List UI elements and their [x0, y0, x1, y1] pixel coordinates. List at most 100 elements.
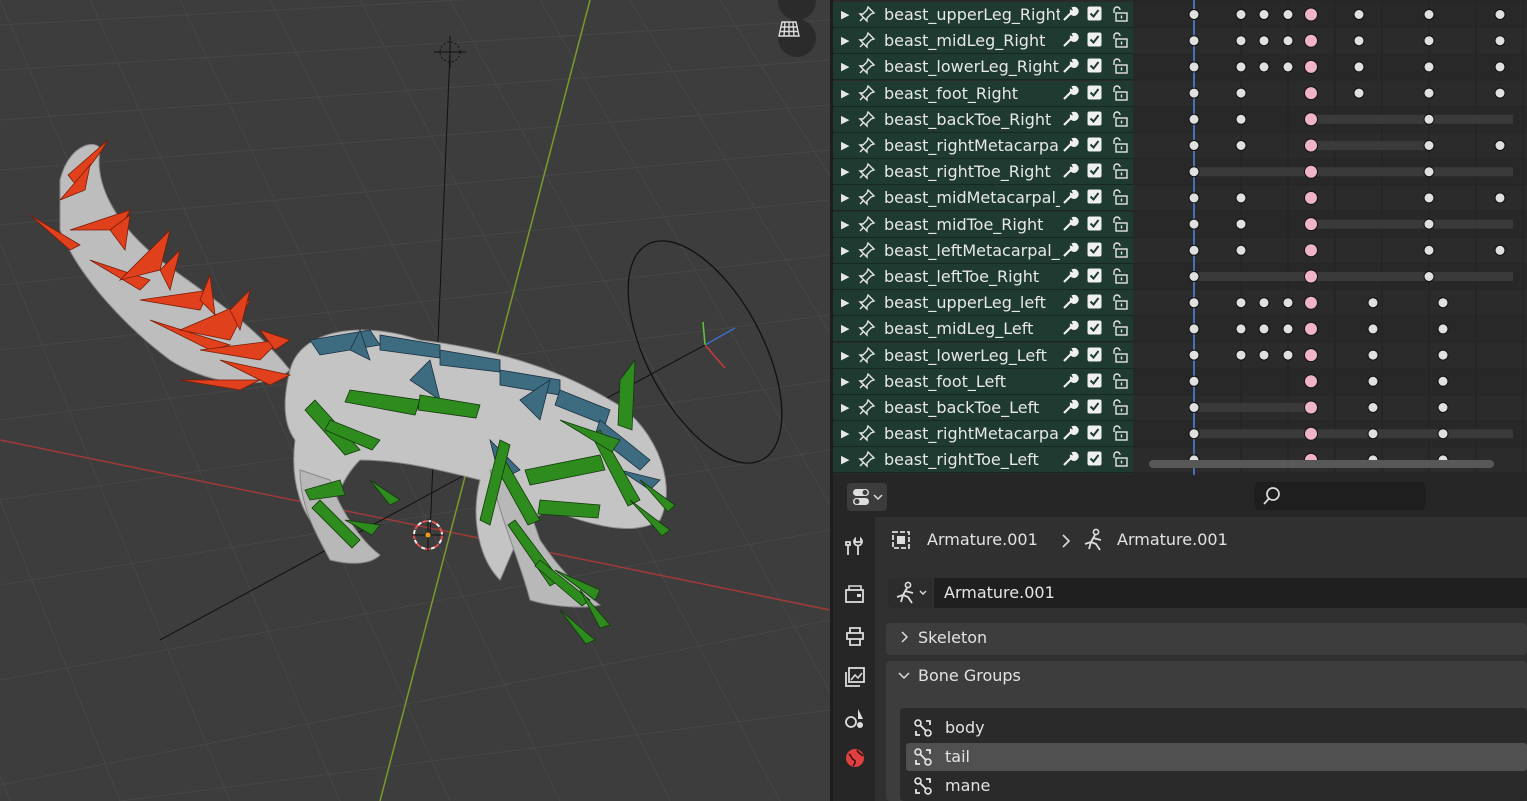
- keyframe[interactable]: [1188, 166, 1200, 178]
- pin-icon[interactable]: [858, 84, 876, 102]
- armature-name-input[interactable]: Armature.001: [934, 578, 1527, 608]
- keyframe-selected[interactable]: [1304, 7, 1318, 22]
- checkbox-icon[interactable]: [1087, 58, 1102, 73]
- world-icon[interactable]: [843, 746, 867, 770]
- keyframe[interactable]: [1258, 349, 1270, 361]
- keyframe[interactable]: [1367, 323, 1379, 335]
- unlock-icon[interactable]: [1112, 162, 1130, 180]
- keyframe[interactable]: [1437, 402, 1449, 413]
- keyframe[interactable]: [1494, 9, 1506, 20]
- keyframe-selected[interactable]: [1304, 426, 1318, 441]
- keyframe[interactable]: [1423, 61, 1435, 73]
- keyframe[interactable]: [1258, 61, 1270, 73]
- channel-row[interactable]: ▶ beast_foot_Left: [833, 368, 1133, 395]
- keyframe[interactable]: [1353, 9, 1365, 20]
- wrench-icon[interactable]: [1061, 424, 1079, 442]
- keyframe[interactable]: [1494, 35, 1506, 47]
- checkbox-icon[interactable]: [1087, 242, 1102, 257]
- keyframe[interactable]: [1437, 349, 1449, 361]
- pin-icon[interactable]: [858, 215, 876, 233]
- wrench-icon[interactable]: [1061, 293, 1079, 311]
- checkbox-icon[interactable]: [1087, 189, 1102, 204]
- keyframe[interactable]: [1258, 323, 1270, 335]
- editor-type-dropdown[interactable]: [847, 483, 887, 511]
- unlock-icon[interactable]: [1112, 346, 1130, 364]
- expand-triangle-icon[interactable]: ▶: [841, 401, 849, 414]
- expand-triangle-icon[interactable]: ▶: [841, 322, 849, 335]
- key-hold-bar[interactable]: [1195, 272, 1513, 281]
- keyframe-selected[interactable]: [1304, 348, 1318, 363]
- properties-editor[interactable]: Armature.001 Armature.001 Armature.001 S…: [833, 475, 1527, 801]
- keyframe[interactable]: [1282, 35, 1294, 47]
- channel-row[interactable]: ▶ beast_foot_Right: [833, 80, 1133, 107]
- checkbox-icon[interactable]: [1087, 451, 1102, 466]
- keyframe-selected[interactable]: [1304, 190, 1318, 205]
- expand-triangle-icon[interactable]: ▶: [841, 87, 849, 100]
- wrench-icon[interactable]: [1061, 241, 1079, 259]
- keyframe[interactable]: [1437, 323, 1449, 335]
- keyframe[interactable]: [1367, 402, 1379, 413]
- key-hold-bar[interactable]: [1195, 429, 1311, 439]
- checkbox-icon[interactable]: [1087, 347, 1102, 362]
- bone-group-item[interactable]: mane: [906, 772, 1527, 800]
- pin-icon[interactable]: [858, 57, 876, 76]
- wrench-icon[interactable]: [1061, 372, 1079, 390]
- keyframe[interactable]: [1494, 61, 1506, 73]
- armature-datablock-field[interactable]: Armature.001: [888, 578, 1527, 608]
- keyframe[interactable]: [1494, 192, 1506, 204]
- keyframe[interactable]: [1235, 113, 1247, 125]
- horizontal-scrollbar[interactable]: [1149, 460, 1494, 468]
- unlock-icon[interactable]: [1112, 267, 1130, 285]
- keyframe[interactable]: [1353, 61, 1365, 73]
- keyframe[interactable]: [1282, 297, 1294, 309]
- keyframe[interactable]: [1188, 9, 1200, 20]
- key-hold-bar[interactable]: [1311, 429, 1513, 439]
- expand-triangle-icon[interactable]: ▶: [841, 427, 849, 440]
- keyframe-selected[interactable]: [1304, 321, 1318, 336]
- unlock-icon[interactable]: [1112, 84, 1130, 102]
- keyframe[interactable]: [1423, 9, 1435, 20]
- keyframe[interactable]: [1235, 349, 1247, 361]
- bone-group-item[interactable]: tail: [906, 743, 1527, 771]
- keyframe[interactable]: [1188, 244, 1200, 256]
- key-hold-bar[interactable]: [1195, 403, 1311, 412]
- wrench-icon[interactable]: [1061, 398, 1079, 416]
- checkbox-icon[interactable]: [1087, 85, 1102, 100]
- keyframe-selected[interactable]: [1304, 138, 1318, 153]
- keyframe-selected[interactable]: [1304, 269, 1318, 284]
- wrench-icon[interactable]: [1061, 450, 1079, 468]
- keyframe[interactable]: [1188, 428, 1200, 440]
- keyframe[interactable]: [1235, 35, 1247, 47]
- keyframe[interactable]: [1235, 297, 1247, 309]
- keyframe[interactable]: [1353, 35, 1365, 47]
- checkbox-icon[interactable]: [1087, 111, 1102, 126]
- channel-row[interactable]: ▶ beast_rightMetacarpal: [833, 421, 1133, 448]
- unlock-icon[interactable]: [1112, 450, 1130, 468]
- keyframe[interactable]: [1367, 428, 1379, 440]
- keyframe[interactable]: [1235, 218, 1247, 230]
- keyframe-selected[interactable]: [1304, 86, 1318, 101]
- keyframe[interactable]: [1188, 87, 1200, 99]
- unlock-icon[interactable]: [1112, 5, 1130, 23]
- key-hold-bar[interactable]: [1195, 167, 1513, 177]
- wrench-icon[interactable]: [1061, 31, 1079, 49]
- unlock-icon[interactable]: [1112, 136, 1130, 154]
- keyframe[interactable]: [1235, 140, 1247, 151]
- channel-row[interactable]: ▶ beast_midToe_Right: [833, 211, 1133, 238]
- checkbox-icon[interactable]: [1087, 373, 1102, 388]
- pin-icon[interactable]: [858, 136, 876, 154]
- checkbox-icon[interactable]: [1087, 6, 1102, 21]
- keyframe[interactable]: [1423, 87, 1435, 99]
- expand-triangle-icon[interactable]: ▶: [841, 349, 849, 362]
- keyframe[interactable]: [1188, 402, 1200, 413]
- key-hold-bar[interactable]: [1311, 114, 1513, 124]
- wrench-icon[interactable]: [1061, 215, 1079, 233]
- keyframe[interactable]: [1282, 323, 1294, 335]
- pin-icon[interactable]: [858, 267, 876, 285]
- wrench-icon[interactable]: [1061, 319, 1079, 337]
- checkbox-icon[interactable]: [1087, 216, 1102, 231]
- wrench-icon[interactable]: [1061, 5, 1079, 23]
- keyframe[interactable]: [1235, 323, 1247, 335]
- wrench-icon[interactable]: [1061, 84, 1079, 102]
- keyframe[interactable]: [1282, 9, 1294, 20]
